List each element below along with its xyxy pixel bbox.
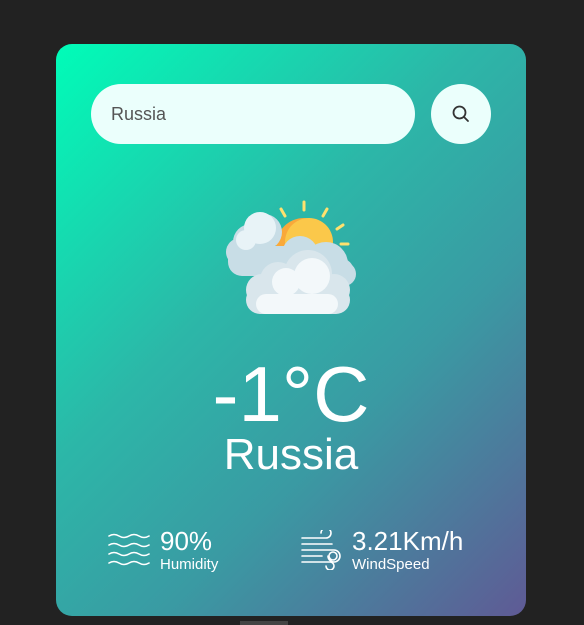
page: -1°C Russia 90% Humidity xyxy=(0,0,584,625)
wind-value: 3.21Km/h xyxy=(352,526,464,556)
wind-text: 3.21Km/h WindSpeed xyxy=(352,526,463,574)
sun-behind-clouds-icon xyxy=(226,200,356,314)
bottom-handle xyxy=(240,621,288,625)
temperature: -1°C xyxy=(212,350,370,438)
wind-label: WindSpeed xyxy=(352,556,430,573)
humidity-waves-icon xyxy=(108,533,150,566)
search-button[interactable] xyxy=(431,84,491,144)
search-icon xyxy=(452,105,469,122)
search-bar xyxy=(91,84,491,144)
weather-card: -1°C Russia 90% Humidity xyxy=(56,44,526,616)
humidity-text: 90% Humidity xyxy=(160,526,218,574)
humidity-section: 90% Humidity xyxy=(108,526,218,574)
weather-details: 90% Humidity 3.21Km/h WindSpeed xyxy=(56,526,526,586)
search-input[interactable] xyxy=(91,84,415,144)
humidity-label: Humidity xyxy=(160,556,219,573)
humidity-value: 90% xyxy=(160,526,213,556)
city-name: Russia xyxy=(223,430,359,479)
wind-icon xyxy=(301,530,341,570)
wind-section: 3.21Km/h WindSpeed xyxy=(300,526,463,574)
